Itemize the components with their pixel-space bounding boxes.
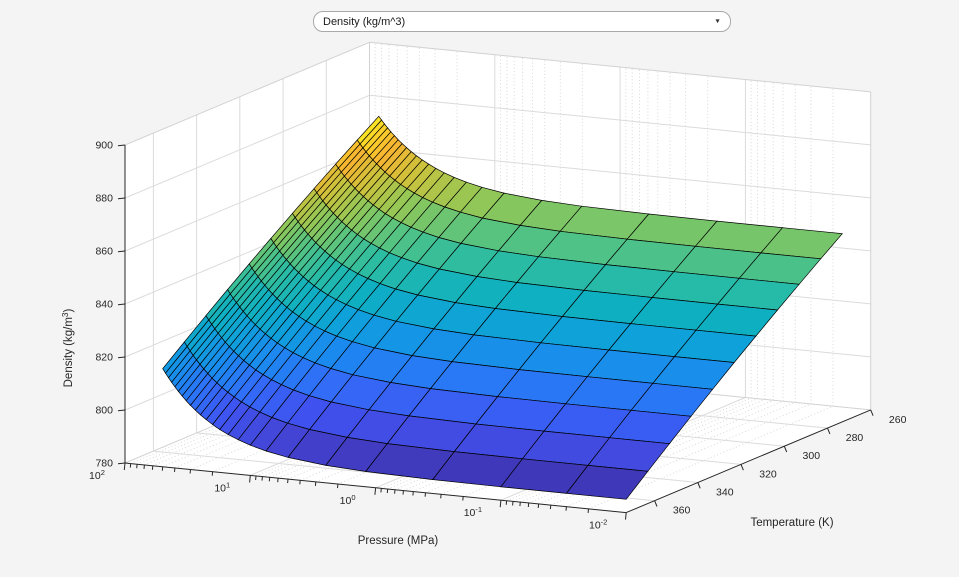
surface-plot-canvas[interactable]: 78080082084086088090010210110010-110-236…	[0, 0, 959, 577]
svg-text:101: 101	[214, 480, 230, 494]
svg-text:840: 840	[95, 299, 113, 311]
svg-text:100: 100	[340, 493, 356, 507]
z-axis: 780800820840860880900	[95, 140, 125, 470]
svg-text:320: 320	[759, 468, 777, 480]
svg-text:900: 900	[95, 140, 113, 152]
svg-text:340: 340	[716, 487, 734, 499]
svg-text:10-1: 10-1	[464, 505, 482, 519]
svg-text:880: 880	[95, 193, 113, 205]
property-dropdown[interactable]: Density (kg/m^3) ▼	[313, 11, 731, 32]
dropdown-caret-icon: ▼	[714, 18, 721, 24]
svg-text:260: 260	[889, 414, 907, 426]
x-axis-label: Pressure (MPa)	[358, 535, 439, 547]
figure-window: 78080082084086088090010210110010-110-236…	[0, 0, 959, 577]
svg-text:102: 102	[89, 468, 105, 482]
svg-text:280: 280	[846, 432, 864, 444]
svg-text:860: 860	[95, 246, 113, 258]
svg-text:10-2: 10-2	[589, 518, 607, 532]
y-axis-label: Temperature (K)	[750, 517, 833, 529]
z-axis-label: Density (kg/m3)	[61, 308, 75, 387]
svg-text:820: 820	[95, 352, 113, 364]
svg-text:800: 800	[95, 405, 113, 417]
svg-text:360: 360	[673, 505, 691, 517]
svg-text:300: 300	[803, 450, 821, 462]
property-dropdown-value: Density (kg/m^3)	[323, 16, 405, 28]
